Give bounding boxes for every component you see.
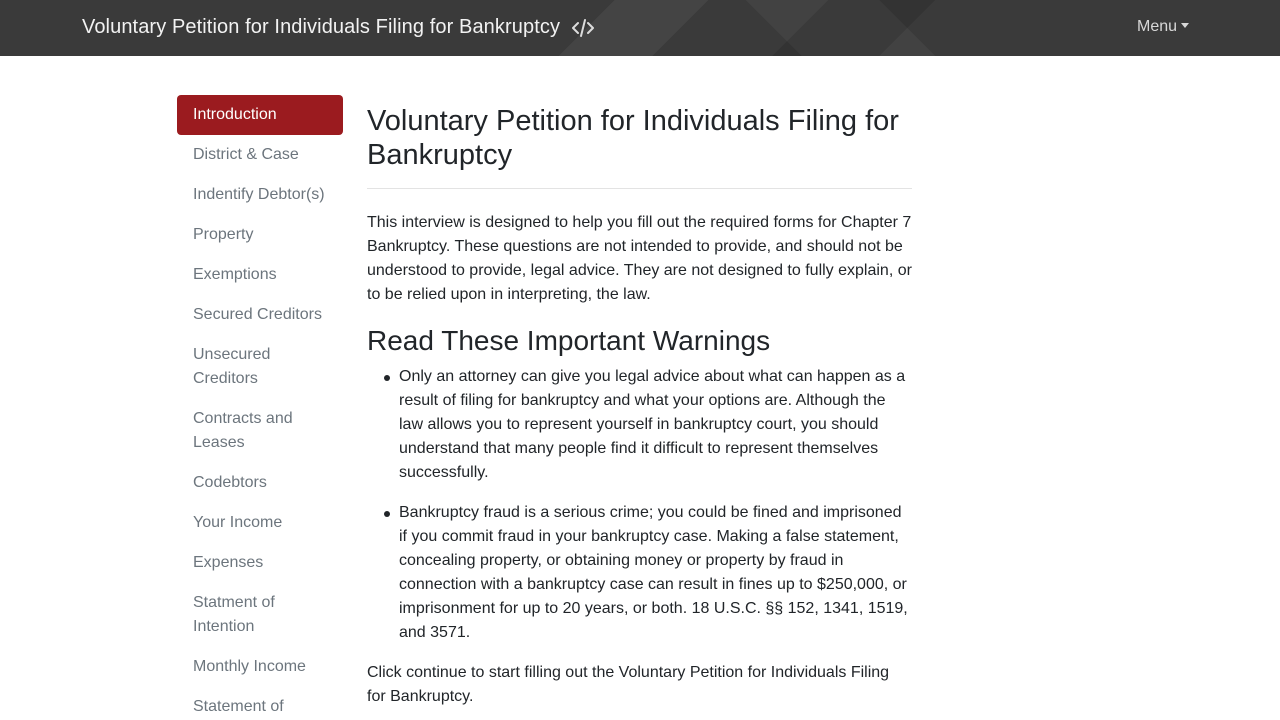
- main-content: Voluntary Petition for Individuals Filin…: [367, 104, 912, 709]
- top-navbar: Voluntary Petition for Individuals Filin…: [0, 0, 1280, 56]
- navbar-brand-title[interactable]: Voluntary Petition for Individuals Filin…: [82, 16, 560, 39]
- sidebar-item-expenses[interactable]: Expenses: [177, 543, 343, 583]
- sidebar-item-your-income[interactable]: Your Income: [177, 503, 343, 543]
- warnings-list: Only an attorney can give you legal advi…: [367, 365, 912, 645]
- sidebar-item-unsecured-creditors[interactable]: Unsecured Creditors: [177, 335, 343, 399]
- page-title: Voluntary Petition for Individuals Filin…: [367, 104, 912, 189]
- sidebar-item-identify-debtors[interactable]: Indentify Debtor(s): [177, 175, 343, 215]
- intro-paragraph: This interview is designed to help you f…: [367, 214, 912, 303]
- warning-text: Bankruptcy fraud is a serious crime; you…: [399, 504, 908, 641]
- list-item: Bankruptcy fraud is a serious crime; you…: [384, 501, 912, 645]
- sidebar-item-codebtors[interactable]: Codebtors: [177, 463, 343, 503]
- bullet-icon: [384, 511, 390, 517]
- sidebar-item-introduction[interactable]: Introduction: [177, 95, 343, 135]
- sidebar-item-monthly-income[interactable]: Monthly Income: [177, 647, 343, 687]
- closing-paragraph: Click continue to start filling out the …: [367, 664, 890, 705]
- section-sidebar: Introduction District & Case Indentify D…: [177, 95, 343, 720]
- menu-label: Menu: [1137, 18, 1178, 35]
- warning-text: Only an attorney can give you legal advi…: [399, 368, 906, 481]
- sidebar-item-exemptions[interactable]: Exemptions: [177, 255, 343, 295]
- menu-dropdown-toggle[interactable]: Menu: [1137, 18, 1190, 36]
- sidebar-item-statement-of[interactable]: Statement of: [177, 687, 343, 720]
- warnings-heading: Read These Important Warnings: [367, 325, 771, 356]
- code-icon[interactable]: [572, 18, 594, 38]
- sidebar-item-statement-of-intention[interactable]: Statment of Intention: [177, 583, 343, 647]
- caret-down-icon: [1181, 23, 1190, 28]
- bullet-icon: [384, 375, 390, 381]
- sidebar-item-secured-creditors[interactable]: Secured Creditors: [177, 295, 343, 335]
- list-item: Only an attorney can give you legal advi…: [384, 365, 912, 485]
- sidebar-item-property[interactable]: Property: [177, 215, 343, 255]
- sidebar-item-contracts-leases[interactable]: Contracts and Leases: [177, 399, 343, 463]
- sidebar-item-district-case[interactable]: District & Case: [177, 135, 343, 175]
